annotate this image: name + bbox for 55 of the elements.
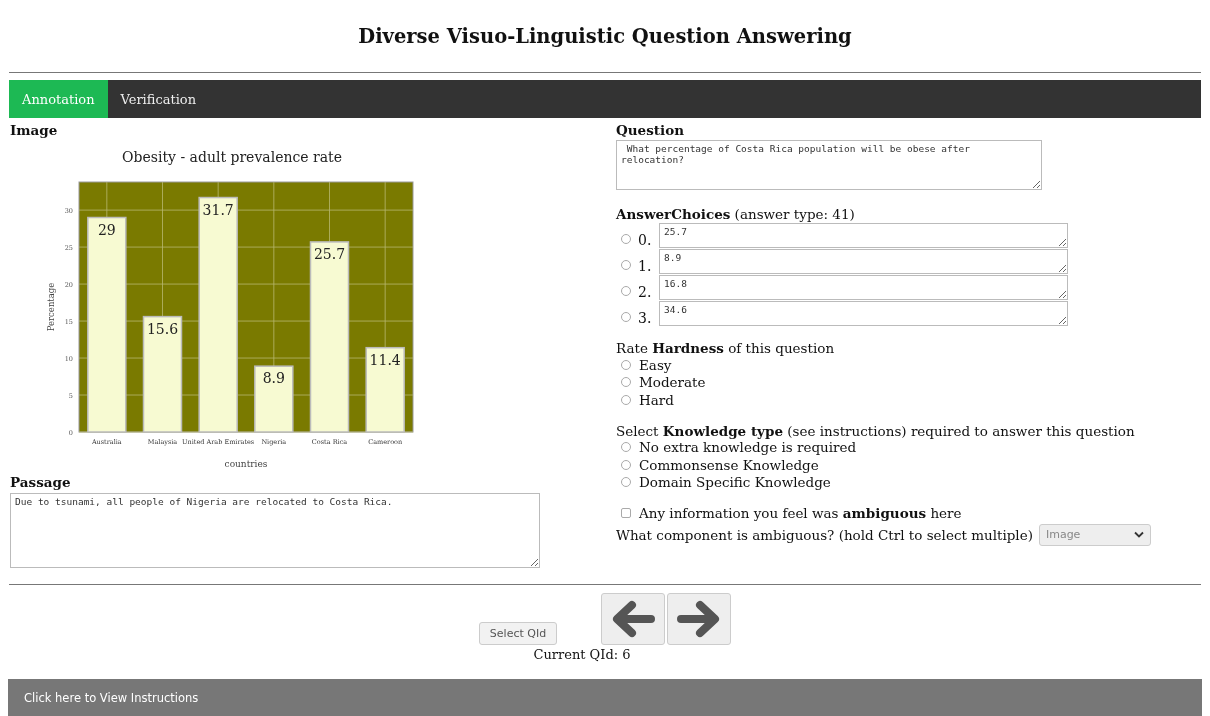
left-arrow-icon <box>611 600 656 638</box>
section-heading: AnswerChoices (answer type: 41) <box>616 206 856 222</box>
checkbox[interactable] <box>621 507 631 518</box>
right-arrow-icon <box>677 600 722 638</box>
answer-field[interactable]: 8.9 <box>659 249 1068 274</box>
radio-button[interactable] <box>621 260 631 270</box>
question-label: Rate Hardness of this question <box>616 340 836 356</box>
section-heading: Passage <box>10 474 72 490</box>
section-heading: Image <box>10 122 59 138</box>
radio-button[interactable] <box>621 234 631 244</box>
radio-button[interactable] <box>621 459 631 470</box>
chart-title: Obesity - adult prevalence rate <box>122 149 342 165</box>
choice-index: 3. <box>638 310 653 326</box>
radio-button[interactable] <box>621 377 631 388</box>
data-label: 11.4 <box>369 351 401 368</box>
option-label: Moderate <box>639 374 706 391</box>
question-field[interactable]: What percentage of Costa Rica population will be obese after relocation? <box>616 140 1042 190</box>
radio-button[interactable] <box>621 359 631 370</box>
option-label: Commonsense Knowledge <box>639 456 819 473</box>
axis-label: countries <box>224 459 268 469</box>
radio-button[interactable] <box>621 477 631 488</box>
choice-index: 2. <box>638 284 653 300</box>
radio-button[interactable] <box>621 286 631 296</box>
option-label: Hard <box>639 391 674 408</box>
option-label: Easy <box>639 356 672 373</box>
chevron-icon <box>1133 531 1144 538</box>
answer-field[interactable]: 25.7 <box>659 223 1068 248</box>
choice-index: 0. <box>638 232 653 248</box>
page-title: Diverse Visuo-Linguistic Question Answering <box>357 23 853 50</box>
data-label: 25.7 <box>313 245 346 262</box>
tab[interactable]: Verification <box>107 80 210 118</box>
choice-index: 1. <box>638 258 653 274</box>
select-qid-button[interactable]: Select QId <box>478 622 558 645</box>
instructions-link[interactable]: Click here to View Instructions <box>24 690 199 705</box>
radio-button[interactable] <box>621 394 631 405</box>
question-label: Select Knowledge type (see instructions) required to answer this question <box>616 422 1136 439</box>
data-label: 15.6 <box>146 320 179 337</box>
data-label: 31.7 <box>202 201 234 218</box>
current-qid: Current QId: 6 <box>533 647 631 662</box>
option-label: Domain Specific Knowledge <box>639 474 831 491</box>
section-heading: Question <box>616 122 685 138</box>
data-label: 8.9 <box>262 370 285 387</box>
answer-field[interactable]: 16.8 <box>659 275 1068 300</box>
previous-button[interactable] <box>601 593 666 645</box>
question-label: What component is ambiguous? (hold Ctrl to select multiple) <box>616 526 1033 543</box>
passage-field[interactable]: Due to tsunami, all people of Nigeria are relocated to Costa Rica. <box>10 493 540 568</box>
radio-button[interactable] <box>621 442 631 453</box>
next-button[interactable] <box>667 593 732 645</box>
bar <box>254 365 294 433</box>
checkbox-label: Any information you feel was ambiguous here <box>639 504 962 521</box>
radio-button[interactable] <box>621 312 631 322</box>
axis-label: Percentage <box>46 282 56 332</box>
answer-field[interactable]: 34.6 <box>659 301 1068 326</box>
option-label: No extra knowledge is required <box>639 439 857 456</box>
data-label: 29 <box>97 221 116 238</box>
